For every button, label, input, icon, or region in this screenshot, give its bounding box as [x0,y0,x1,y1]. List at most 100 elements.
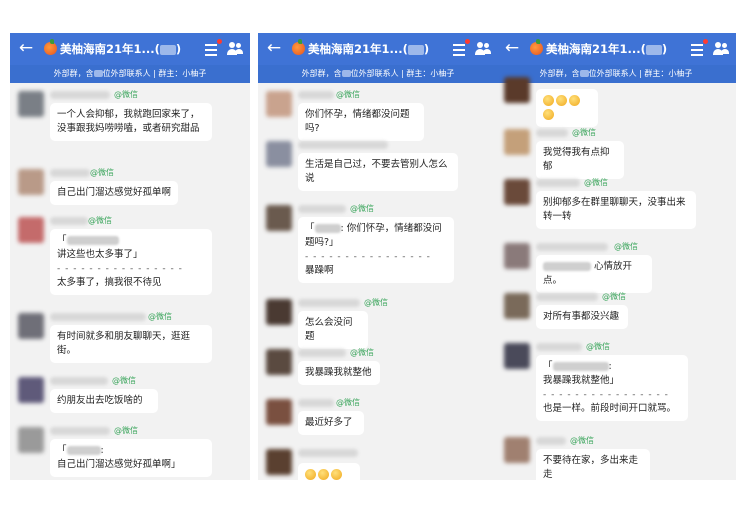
avatar[interactable] [18,427,44,453]
avatar[interactable] [18,169,44,195]
wechat-tag: @微信 [584,178,608,187]
menu-icon[interactable] [452,39,466,59]
emoji-message-bubble[interactable] [298,463,360,480]
menu-icon[interactable] [204,39,218,59]
notification-dot [465,39,470,44]
wechat-tag: @微信 [614,242,638,251]
menu-icon[interactable] [690,39,704,59]
group-title[interactable]: 美柚海南21年1...() [308,41,429,57]
avatar[interactable] [266,141,292,167]
sender-name [536,293,598,301]
chat-header: ← 美柚海南21年1...() [496,33,736,65]
wechat-tag: @微信 [112,376,136,385]
avatar[interactable] [18,91,44,117]
avatar[interactable] [266,449,292,475]
message-bubble[interactable]: 我觉得我有点抑郁 [536,141,624,179]
group-members-icon[interactable] [227,42,243,55]
sender-name [298,91,334,99]
avatar[interactable] [504,293,530,319]
sender-name [298,299,360,307]
group-avatar-orange-icon [44,39,57,55]
avatar[interactable] [18,217,44,243]
sender-name [50,91,110,99]
sender-name [50,169,90,177]
message-bubble[interactable]: 对所有事都没兴趣 [536,305,628,329]
quoted-reply-bubble[interactable]: 「: 自己出门溜达感觉好孤单啊」 [50,439,212,477]
sender-name [50,427,110,435]
chat-header: ← 美柚海南21年1...() [10,33,250,65]
group-avatar-orange-icon [292,39,305,55]
back-arrow-icon[interactable]: ← [502,38,522,58]
sender-name [536,437,566,445]
group-title[interactable]: 美柚海南21年1...() [60,41,181,57]
sender-name [536,343,582,351]
chat-header: ← 美柚海南21年1...() [258,33,498,65]
wechat-tag: @微信 [114,426,138,435]
emoji-message-bubble[interactable] [536,89,598,127]
emoji-icon [569,95,580,106]
message-bubble[interactable]: 不要待在家，多出来走走 [536,449,650,480]
message-bubble[interactable]: 生活是自己过，不要去管别人怎么说 [298,153,458,191]
avatar[interactable] [504,77,530,103]
avatar[interactable] [266,349,292,375]
back-arrow-icon[interactable]: ← [264,38,284,58]
sender-name [50,217,88,225]
message-bubble[interactable]: 心情放开点。 [536,255,652,293]
sender-name [536,243,608,251]
avatar[interactable] [266,205,292,231]
sender-name [50,313,146,321]
wechat-tag: @微信 [336,398,360,407]
message-bubble[interactable]: 一个人会抑郁，我就跑回家来了，没事跟我妈唠唠嗑，或者研究甜品 [50,103,212,141]
message-bubble[interactable]: 我暴躁我就整他 [298,361,380,385]
group-subtitle: 外部群，含 位外部联系人 | 群主：小柚子 [258,65,498,83]
emoji-icon [543,109,554,120]
group-members-icon[interactable] [475,42,491,55]
group-subtitle: 外部群，含 位外部联系人 | 群主：小柚子 [10,65,250,83]
message-bubble[interactable]: 怎么会没问题 [298,311,368,349]
chat-screen-1: ← 美柚海南21年1...() 外部群，含 位外部联系人 | 群主：小柚子 @微信… [10,33,250,480]
wechat-tag: @微信 [88,216,112,225]
wechat-tag: @微信 [572,128,596,137]
wechat-tag: @微信 [350,348,374,357]
avatar[interactable] [504,129,530,155]
emoji-icon [305,469,316,480]
wechat-tag: @微信 [148,312,172,321]
message-bubble[interactable]: 自己出门溜达感觉好孤单啊 [50,181,178,205]
avatar[interactable] [18,313,44,339]
quoted-reply-bubble[interactable]: 「 讲这些也太多事了」 - - - - - - - - - - - - - - … [50,229,212,295]
chat-screen-3: ← 美柚海南21年1...() 外部群，含 位外部联系人 | 群主：小柚子 @微信… [496,33,736,480]
wechat-tag: @微信 [350,204,374,213]
group-title[interactable]: 美柚海南21年1...() [546,41,667,57]
sender-name [536,179,580,187]
wechat-tag: @微信 [586,342,610,351]
wechat-tag: @微信 [602,292,626,301]
emoji-icon [556,95,567,106]
message-bubble[interactable]: 你们怀孕，情绪都没问题吗? [298,103,424,141]
sender-name [298,205,346,213]
group-subtitle: 外部群，含 位外部联系人 | 群主：小柚子 [496,65,736,83]
sender-name [298,349,346,357]
avatar[interactable] [504,243,530,269]
message-bubble[interactable]: 有时间就多和朋友聊聊天，逛逛街。 [50,325,212,363]
notification-dot [703,39,708,44]
avatar[interactable] [266,91,292,117]
avatar[interactable] [18,377,44,403]
avatar[interactable] [266,399,292,425]
sender-name [536,129,568,137]
back-arrow-icon[interactable]: ← [16,38,36,58]
wechat-tag: @微信 [114,90,138,99]
emoji-icon [543,95,554,106]
wechat-tag: @微信 [364,298,388,307]
avatar[interactable] [504,179,530,205]
quoted-reply-bubble[interactable]: 「: 我暴躁我就整他」 - - - - - - - - - - - - - - … [536,355,688,421]
emoji-icon [318,469,329,480]
message-bubble[interactable]: 最近好多了 [298,411,364,435]
message-bubble[interactable]: 别抑郁多在群里聊聊天，没事出来转一转 [536,191,696,229]
avatar[interactable] [266,299,292,325]
avatar[interactable] [504,343,530,369]
quoted-reply-bubble[interactable]: 「: 你们怀孕，情绪都没问题吗?」 - - - - - - - - - - - … [298,217,454,283]
message-bubble[interactable]: 约朋友出去吃饭啥的 [50,389,158,413]
avatar[interactable] [504,437,530,463]
group-members-icon[interactable] [713,42,729,55]
sender-name [298,399,334,407]
